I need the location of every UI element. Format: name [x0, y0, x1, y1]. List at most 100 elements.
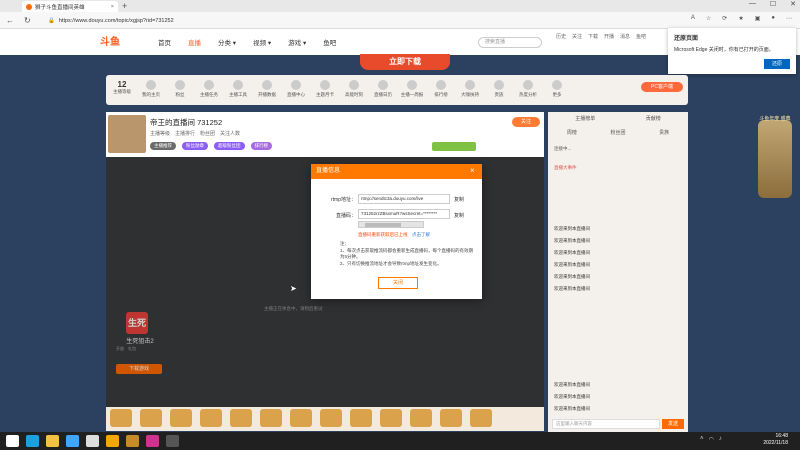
network-icon[interactable]: ◠	[709, 436, 714, 443]
tool-item[interactable]: 排行榜	[429, 80, 453, 98]
app-icon[interactable]	[66, 435, 79, 447]
gift-item[interactable]	[170, 409, 192, 427]
follow-list-icon[interactable]: 关注	[572, 33, 582, 40]
tab-contribution[interactable]: 贡献榜	[646, 115, 661, 122]
anchor-level[interactable]: 12 主播等级	[110, 80, 134, 98]
tool-item[interactable]: 直播中心	[284, 80, 308, 98]
tool-label: 粉丝	[175, 92, 185, 97]
gift-item[interactable]	[320, 409, 342, 427]
tab-week[interactable]: 周榜	[567, 129, 577, 136]
room-tag[interactable]: 超级粉丝团	[214, 142, 245, 150]
download-banner[interactable]: 立即下载	[360, 54, 450, 70]
nav-yuba[interactable]: 鱼吧	[323, 37, 336, 47]
tab-noble[interactable]: 贵族	[659, 129, 669, 136]
broadcast-icon[interactable]: 开播	[604, 33, 614, 40]
douyu-logo[interactable]: 斗鱼	[100, 33, 120, 48]
taskbar-clock[interactable]: 16:48 2022/11/18	[740, 433, 788, 447]
gift-item[interactable]	[440, 409, 462, 427]
close-button[interactable]: 关闭	[378, 277, 418, 289]
nav-video[interactable]: 视频 ▾	[253, 37, 271, 47]
volume-icon[interactable]: ♪	[719, 436, 722, 443]
app-icon[interactable]	[86, 435, 99, 447]
explorer-icon[interactable]	[46, 435, 59, 447]
gift-item[interactable]	[470, 409, 492, 427]
minimize-icon[interactable]: —	[749, 0, 756, 8]
room-tag[interactable]: 粉丝勋章	[182, 142, 208, 150]
dialog-close-icon[interactable]: ×	[470, 166, 475, 175]
app-icon[interactable]	[106, 435, 119, 447]
tool-item[interactable]: 大咖扶持	[458, 80, 482, 98]
refresh-icon[interactable]: ↻	[24, 16, 31, 25]
nav-game[interactable]: 游戏 ▾	[288, 37, 306, 47]
gift-item[interactable]	[200, 409, 222, 427]
tool-item[interactable]: 更多	[545, 80, 569, 98]
chat-input[interactable]: 这里输入聊天内容	[552, 419, 660, 429]
tool-item[interactable]: 热度分析	[516, 80, 540, 98]
tray-up-icon[interactable]: ˄	[700, 436, 704, 443]
room-tag[interactable]: 主播推荐	[150, 142, 176, 150]
refresh-page-icon[interactable]: ⟳	[722, 15, 727, 22]
gift-item[interactable]	[230, 409, 252, 427]
history-icon[interactable]: 历史	[556, 33, 566, 40]
green-badge[interactable]	[432, 142, 476, 151]
favorites-icon[interactable]: ★	[738, 15, 743, 22]
scrollbar-thumb[interactable]	[365, 223, 401, 227]
gift-item[interactable]	[380, 409, 402, 427]
tool-item[interactable]: 主播任务	[197, 80, 221, 98]
learn-more-link[interactable]: 点击了解	[412, 232, 430, 238]
app-icon[interactable]	[146, 435, 159, 447]
maximize-icon[interactable]: ☐	[770, 0, 776, 8]
tool-item[interactable]: 粉丝	[168, 80, 192, 98]
address-bar[interactable]: 🔒 https://www.douyu.com/topic/xgjsp?rid=…	[48, 15, 648, 26]
collections-icon[interactable]: ▣	[755, 15, 761, 22]
tool-item[interactable]: 贵族	[487, 80, 511, 98]
gift-item[interactable]	[110, 409, 132, 427]
search-input[interactable]: 搜索直播	[478, 37, 542, 48]
copy-rtmp-button[interactable]: 复制	[454, 196, 464, 203]
window-close-icon[interactable]: ✕	[790, 0, 796, 8]
avatar[interactable]	[108, 115, 146, 153]
message-icon[interactable]: 消息	[620, 33, 630, 40]
room-tag[interactable]: 排行榜	[250, 142, 272, 150]
tool-item[interactable]: 直播日历	[371, 80, 395, 98]
gift-item[interactable]	[410, 409, 432, 427]
nav-live[interactable]: 直播	[188, 37, 201, 47]
back-icon[interactable]: ←	[6, 16, 14, 25]
profile-icon[interactable]: ●	[771, 15, 775, 22]
gift-item[interactable]	[290, 409, 312, 427]
edge-icon[interactable]	[26, 435, 39, 447]
tool-item[interactable]: 开播数据	[255, 80, 279, 98]
nav-category[interactable]: 分类 ▾	[218, 37, 236, 47]
tool-item[interactable]: 高能时刻	[342, 80, 366, 98]
start-icon[interactable]	[6, 435, 19, 447]
download-icon[interactable]: 下载	[588, 33, 598, 40]
send-button[interactable]: 发送	[662, 419, 684, 429]
new-tab-button[interactable]: +	[122, 1, 127, 11]
read-aloud-icon[interactable]: A	[691, 15, 695, 22]
code-field[interactable]: 731252rzZBsxmuR?wsSecret=********	[358, 209, 450, 219]
tool-item[interactable]: 主题月卡	[313, 80, 337, 98]
tab-anchor-rank[interactable]: 主播榜单	[575, 115, 595, 122]
follow-button[interactable]: 关注	[512, 117, 540, 127]
favorite-star-icon[interactable]: ☆	[706, 15, 711, 22]
tab-fans[interactable]: 粉丝团	[610, 129, 625, 136]
more-icon[interactable]: ⋯	[786, 15, 792, 22]
nav-home[interactable]: 首页	[158, 37, 171, 47]
tool-item[interactable]: 主播工具	[226, 80, 250, 98]
browser-tab[interactable]: 狮子斗鱼直播间英雄 ×	[22, 1, 118, 12]
copy-code-button[interactable]: 复制	[454, 212, 464, 219]
app-icon[interactable]	[166, 435, 179, 447]
horizontal-scrollbar[interactable]	[358, 221, 424, 228]
pc-client-button[interactable]: PC客户端	[641, 82, 683, 92]
event-badge[interactable]	[758, 120, 792, 198]
restore-button[interactable]: 还原	[764, 59, 790, 69]
tab-close-icon[interactable]: ×	[111, 4, 114, 10]
gift-item[interactable]	[140, 409, 162, 427]
gift-item[interactable]	[350, 409, 372, 427]
tool-item[interactable]: 主播一周报	[400, 80, 424, 98]
app-icon[interactable]	[126, 435, 139, 447]
rtmp-field[interactable]: rtmp://sendtc3a.douyu.com/live	[358, 194, 450, 204]
gift-item[interactable]	[260, 409, 282, 427]
tool-item[interactable]: 我的主页	[139, 80, 163, 98]
yuba-icon[interactable]: 鱼吧	[636, 33, 646, 40]
